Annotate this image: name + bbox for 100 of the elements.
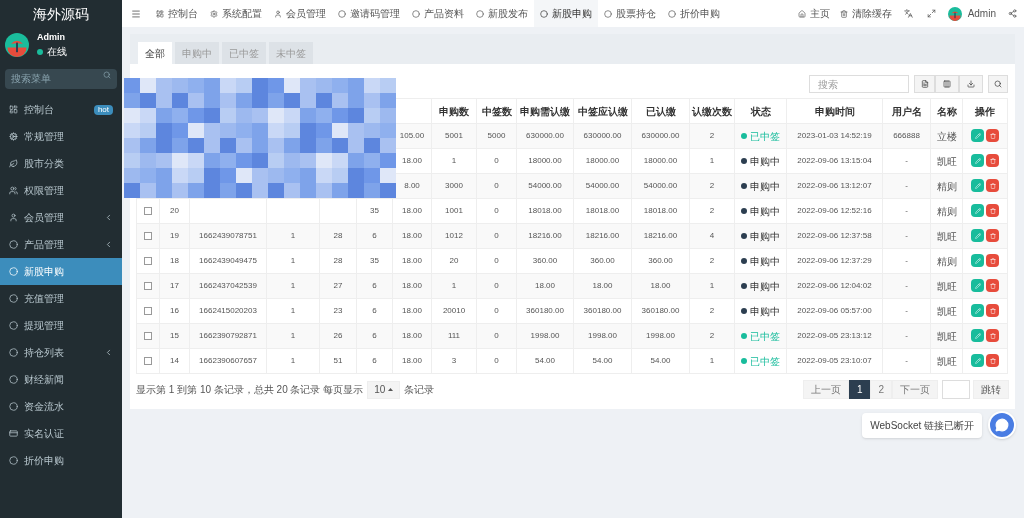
search-button[interactable]	[988, 75, 1008, 93]
nav-tab[interactable]: 系统配置	[204, 0, 268, 27]
status-label: 申购中	[750, 204, 780, 219]
table-cell: 凯旺	[936, 330, 957, 342]
filter-tab[interactable]: 全部	[138, 42, 172, 64]
status-label: 申购中	[750, 154, 780, 169]
edit-button[interactable]	[971, 179, 984, 193]
nav-tab[interactable]: 控制台	[150, 0, 204, 27]
fullscreen-icon[interactable]	[926, 9, 936, 18]
pencil-icon	[974, 132, 981, 139]
sidebar-item[interactable]: 财经新闻	[0, 366, 122, 393]
edit-button[interactable]	[971, 279, 984, 293]
circle-icon	[9, 267, 18, 276]
delete-button[interactable]	[986, 229, 999, 243]
nav-tab[interactable]: 股票持仓	[598, 0, 662, 27]
nav-tab[interactable]: 邀请码管理	[332, 0, 406, 27]
menu-icon[interactable]	[131, 8, 141, 19]
menu-search-field[interactable]: 搜索菜单	[5, 68, 117, 89]
edit-button[interactable]	[971, 354, 984, 368]
delete-button[interactable]	[986, 204, 999, 218]
table-cell: 18.00	[402, 256, 422, 265]
sidebar-item[interactable]: 权限管理	[0, 177, 122, 204]
edit-button[interactable]	[971, 129, 984, 143]
edit-button[interactable]	[971, 329, 984, 343]
pencil-icon	[974, 182, 981, 189]
top-link[interactable]: 主页	[792, 6, 835, 21]
sidebar-item[interactable]: 持仓列表	[0, 339, 122, 366]
edit-button[interactable]	[971, 304, 984, 318]
export-button[interactable]	[959, 75, 983, 93]
delete-button[interactable]	[986, 279, 999, 293]
hot-badge: hot	[93, 104, 113, 115]
circle-icon	[9, 321, 18, 330]
row-checkbox[interactable]	[144, 206, 152, 215]
user-menu[interactable]: Admin	[942, 6, 1001, 21]
table-cell: 0	[494, 206, 499, 215]
toggle-view-button[interactable]	[914, 75, 935, 93]
sidebar-item[interactable]: 提现管理	[0, 312, 122, 339]
table-cell: 2022-09-06 13:12:07	[797, 181, 872, 190]
table-cell: 18216.00	[585, 231, 620, 240]
status-label: 申购中	[750, 179, 780, 194]
page-button[interactable]: 上一页	[802, 380, 849, 399]
edit-button[interactable]	[971, 204, 984, 218]
edit-button[interactable]	[971, 254, 984, 268]
translate-icon[interactable]	[903, 9, 913, 18]
search-field[interactable]: 搜索	[809, 75, 909, 93]
sidebar-item[interactable]: 产品管理	[0, 231, 122, 258]
delete-button[interactable]	[986, 254, 999, 268]
table-cell: 2022-09-06 12:52:16	[797, 206, 872, 215]
table-cell: 凯旺	[936, 305, 957, 317]
user-status: 在线	[47, 45, 67, 60]
page-button[interactable]: 2	[870, 380, 892, 399]
column-header: 名称	[936, 105, 957, 117]
delete-button[interactable]	[986, 154, 999, 168]
sidebar-item[interactable]: 实名认证	[0, 420, 122, 447]
sidebar-item[interactable]: 会员管理	[0, 204, 122, 231]
table-cell: 18.00	[402, 356, 422, 365]
sidebar-item[interactable]: 资金流水	[0, 393, 122, 420]
go-button[interactable]: 跳转	[973, 380, 1009, 399]
delete-button[interactable]	[986, 329, 999, 343]
nav-tab[interactable]: 折价申购	[662, 0, 726, 27]
delete-button[interactable]	[986, 304, 999, 318]
table-cell: 1998.00	[530, 331, 560, 340]
table-cell: 3000	[445, 181, 463, 190]
page-size-dropdown[interactable]: 10	[367, 380, 401, 399]
page-button[interactable]: 1	[848, 380, 871, 399]
page-input[interactable]	[942, 380, 970, 399]
sidebar-item[interactable]: 控制台 hot	[0, 96, 122, 123]
row-checkbox[interactable]	[144, 331, 152, 340]
table-cell: 0	[494, 356, 499, 365]
columns-button[interactable]	[935, 75, 959, 93]
row-checkbox[interactable]	[144, 306, 152, 315]
delete-button[interactable]	[986, 354, 999, 368]
edit-button[interactable]	[971, 154, 984, 168]
sidebar-item[interactable]: 股市分类	[0, 150, 122, 177]
row-checkbox[interactable]	[144, 256, 152, 265]
delete-button[interactable]	[986, 129, 999, 143]
top-link[interactable]: 清除缓存	[834, 6, 897, 21]
nav-tab[interactable]: 会员管理	[268, 0, 332, 27]
delete-button[interactable]	[986, 179, 999, 193]
sidebar-item[interactable]: 充值管理	[0, 285, 122, 312]
row-checkbox[interactable]	[144, 231, 152, 240]
row-checkbox[interactable]	[144, 356, 152, 365]
sidebar-item[interactable]: 新股申购	[0, 258, 122, 285]
chat-button[interactable]	[988, 411, 1016, 439]
nav-tab[interactable]: 新股发布	[470, 0, 534, 27]
table-cell: 精则	[936, 255, 957, 267]
nav-tab[interactable]: 产品资料	[406, 0, 470, 27]
edit-button[interactable]	[971, 229, 984, 243]
sidebar-item[interactable]: 折价申购	[0, 447, 122, 474]
trash-icon	[839, 9, 848, 18]
table-cell: 1662390607657	[199, 356, 257, 365]
caret-icon	[388, 388, 394, 391]
sidebar-item[interactable]: 常规管理	[0, 123, 122, 150]
nav-tab[interactable]: 新股申购	[534, 0, 598, 27]
gear-icon	[210, 9, 218, 18]
circle-icon	[476, 9, 484, 18]
table-cell: 54.00	[650, 356, 671, 365]
row-checkbox[interactable]	[144, 281, 152, 290]
page-button[interactable]: 下一页	[892, 380, 938, 399]
table-cell: 1	[290, 356, 296, 365]
